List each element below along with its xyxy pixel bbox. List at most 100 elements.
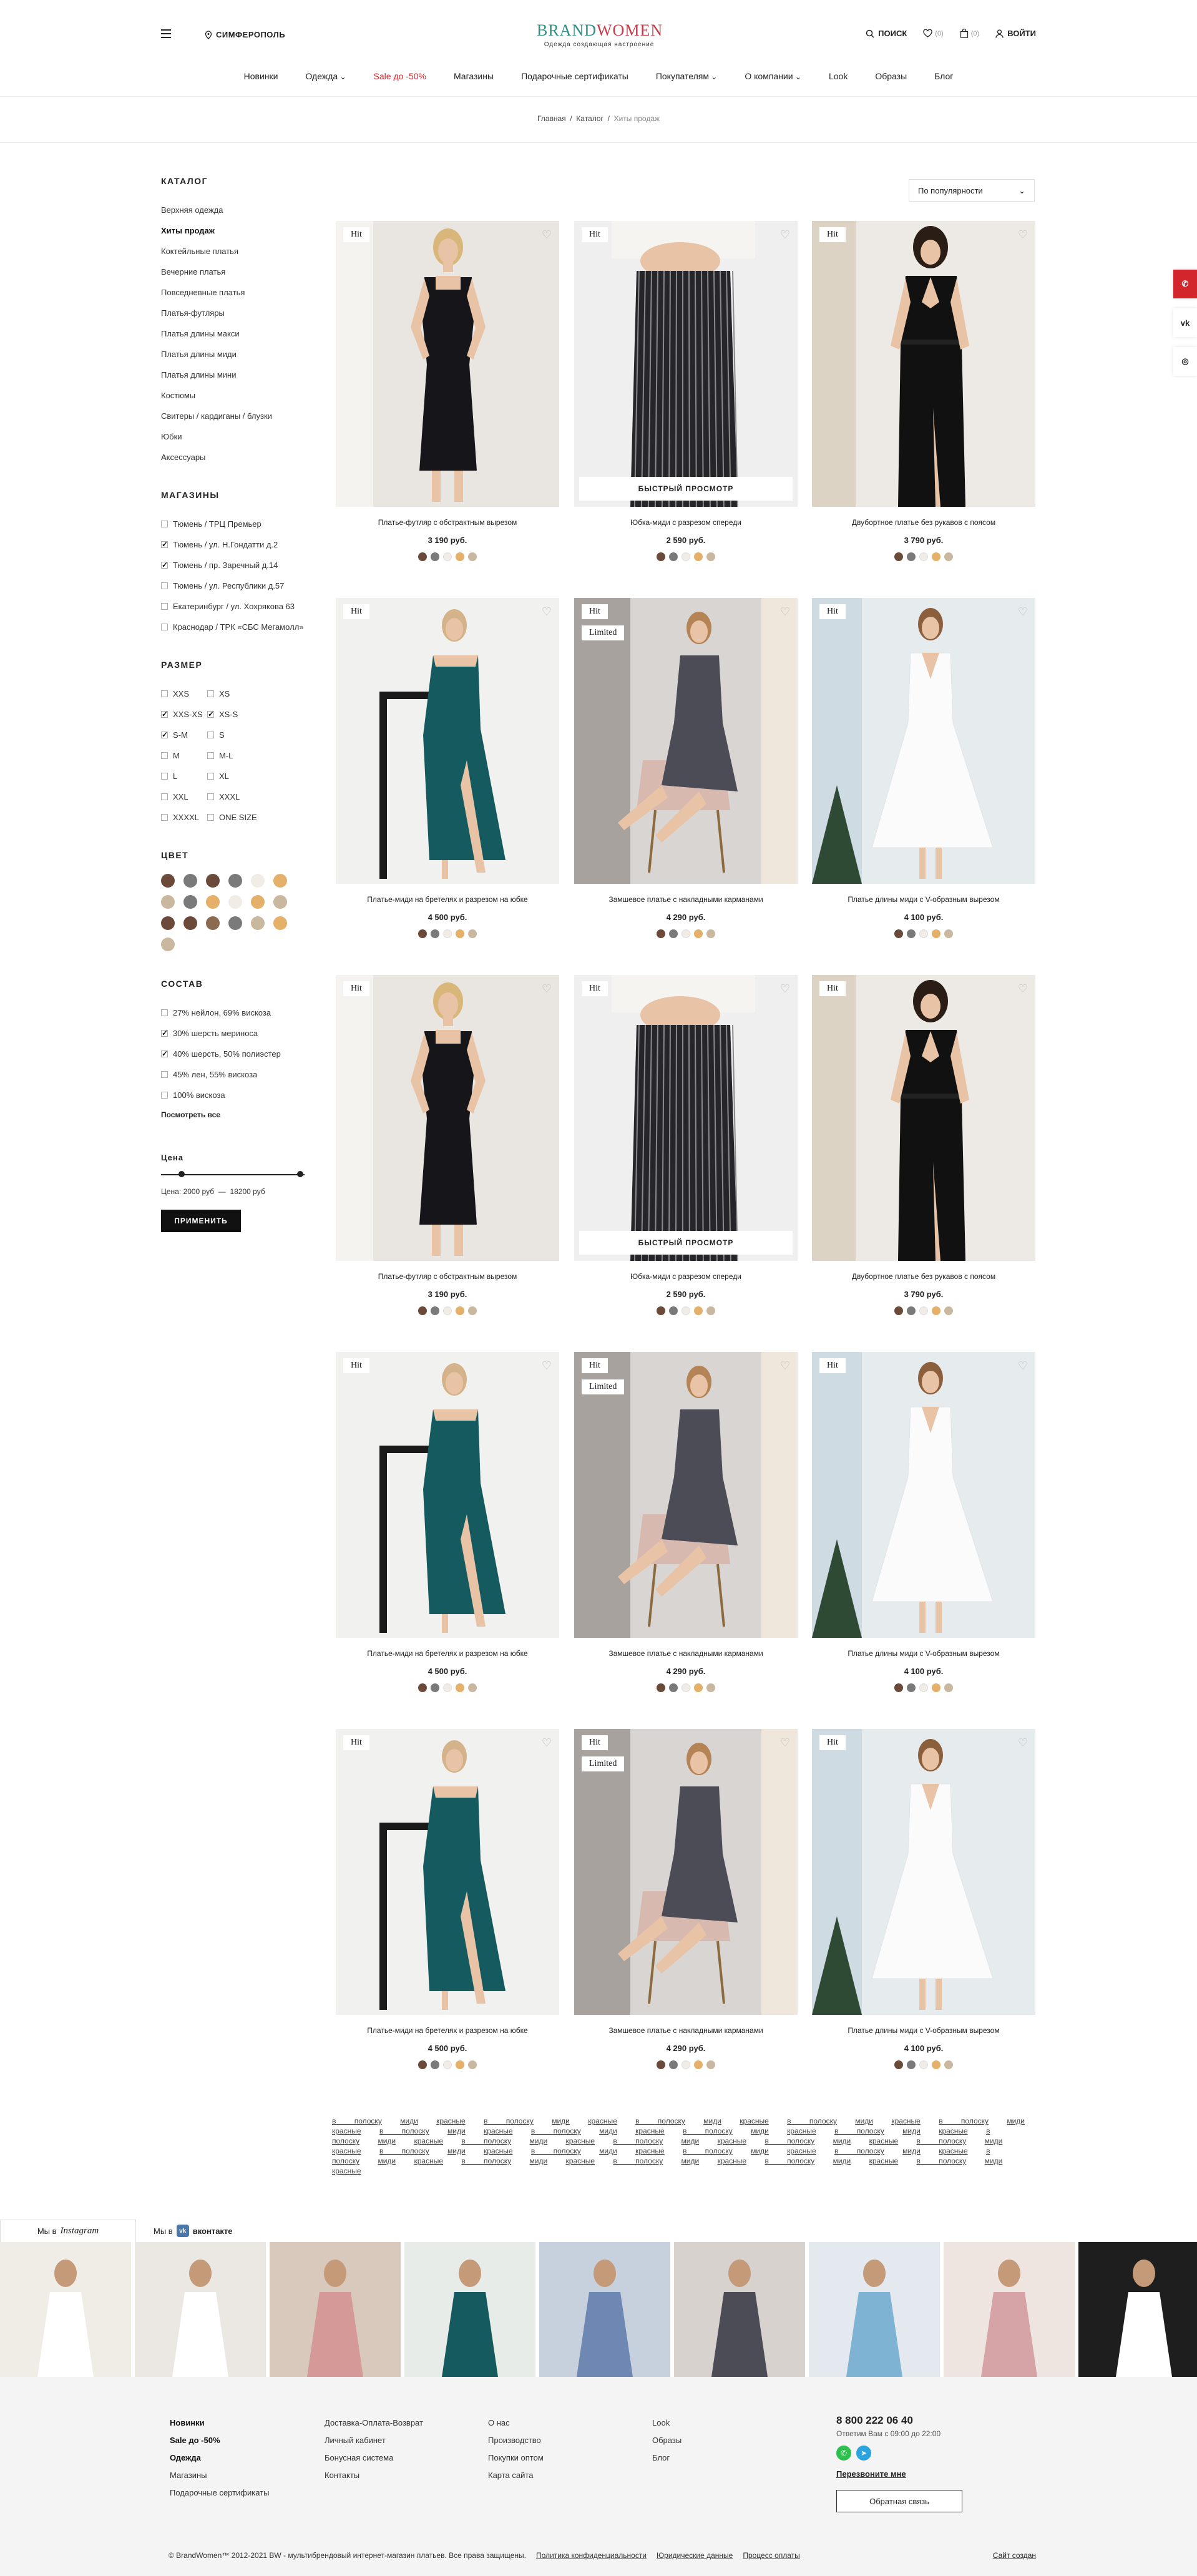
whatsapp-icon[interactable]: ✆ — [836, 2446, 851, 2461]
product-card[interactable]: Hit ♡ Платье-футляр с обстрактным вырезом 3… — [336, 975, 559, 1315]
checkbox[interactable] — [207, 752, 214, 759]
color-dot[interactable] — [657, 1683, 665, 1692]
color-dot[interactable] — [682, 1683, 690, 1692]
color-dot[interactable] — [944, 929, 953, 938]
checkbox[interactable] — [161, 603, 168, 610]
size-filter[interactable]: XXL — [161, 786, 207, 807]
gallery-photo[interactable] — [1078, 2242, 1197, 2377]
color-dot[interactable] — [706, 552, 715, 561]
color-dot[interactable] — [706, 929, 715, 938]
color-dot[interactable] — [682, 929, 690, 938]
checkbox[interactable] — [161, 1023, 168, 1044]
product-name[interactable]: Платье-миди на бретелях и разрезом на юб… — [336, 1649, 559, 1658]
tag-link[interactable]: миди — [703, 2117, 721, 2125]
checkbox[interactable] — [161, 555, 168, 575]
tag-link[interactable]: в полоску — [787, 2117, 837, 2125]
tag-link[interactable]: в полоску — [461, 2157, 511, 2165]
product-image[interactable]: Hit ♡ — [336, 598, 559, 884]
color-dot[interactable] — [682, 1306, 690, 1315]
heart-icon[interactable]: ♡ — [542, 605, 552, 619]
catalog-item[interactable]: Свитеры / кардиганы / блузки — [161, 406, 323, 426]
favorites-button[interactable]: (0) — [923, 29, 944, 37]
nav-about[interactable]: О компании — [745, 71, 801, 81]
checkbox[interactable] — [207, 732, 214, 738]
tab-vkontakte[interactable]: Мы в vk вконтакте — [136, 2225, 233, 2237]
color-dot[interactable] — [932, 552, 940, 561]
tag-link[interactable]: красные — [787, 2147, 816, 2155]
gallery-photo[interactable] — [539, 2242, 670, 2377]
color-dot[interactable] — [431, 1306, 439, 1315]
checkbox[interactable] — [161, 1044, 168, 1064]
product-name[interactable]: Юбка-миди с разрезом спереди — [574, 518, 798, 527]
color-dot[interactable] — [907, 929, 916, 938]
nav-new[interactable]: Новинки — [244, 71, 278, 81]
color-swatch[interactable] — [251, 874, 265, 888]
product-image[interactable]: Hit ♡ — [336, 221, 559, 507]
tag-link[interactable]: миди — [400, 2117, 418, 2125]
color-dot[interactable] — [919, 929, 928, 938]
color-dot[interactable] — [669, 1683, 678, 1692]
color-dot[interactable] — [456, 552, 464, 561]
checkbox[interactable] — [207, 773, 214, 780]
phone-widget[interactable]: ✆ — [1173, 270, 1197, 298]
tag-link[interactable]: в полоску — [683, 2127, 733, 2135]
size-filter[interactable]: S-M — [161, 725, 207, 745]
tag-link[interactable]: миди — [378, 2157, 396, 2165]
menu-icon[interactable] — [161, 29, 171, 38]
gallery-photo[interactable] — [809, 2242, 940, 2377]
product-image[interactable]: Hit ♡ — [336, 1352, 559, 1638]
color-dot[interactable] — [907, 1306, 916, 1315]
color-swatch[interactable] — [273, 895, 287, 909]
heart-icon[interactable]: ♡ — [542, 228, 552, 242]
product-image[interactable]: Hit ♡ БЫСТРЫЙ ПРОСМОТР — [574, 221, 798, 507]
product-image[interactable]: Hit ♡ — [812, 975, 1035, 1261]
tag-link[interactable]: в полоску — [332, 2117, 382, 2125]
color-dot[interactable] — [468, 2060, 477, 2069]
color-dot[interactable] — [932, 1683, 940, 1692]
store-filter[interactable]: Тюмень / ТРЦ Премьер — [161, 514, 323, 534]
color-dot[interactable] — [456, 929, 464, 938]
tag-link[interactable]: в полоску — [635, 2117, 685, 2125]
nav-gift-cards[interactable]: Подарочные сертификаты — [521, 71, 628, 81]
product-name[interactable]: Платье-миди на бретелях и разрезом на юб… — [336, 2026, 559, 2035]
product-image[interactable]: Hit ♡ — [812, 1352, 1035, 1638]
checkbox[interactable] — [161, 752, 168, 759]
tag-link[interactable]: красные — [484, 2147, 513, 2155]
color-swatch[interactable] — [206, 895, 220, 909]
color-dot[interactable] — [669, 929, 678, 938]
store-filter[interactable]: Екатеринбург / ул. Хохрякова 63 — [161, 596, 323, 617]
product-name[interactable]: Платье-миди на бретелях и разрезом на юб… — [336, 895, 559, 904]
telegram-icon[interactable]: ➤ — [856, 2446, 871, 2461]
tag-link[interactable]: красные — [332, 2167, 361, 2175]
color-dot[interactable] — [932, 929, 940, 938]
tag-link[interactable]: красные — [891, 2117, 921, 2125]
tag-link[interactable]: красные — [566, 2157, 595, 2165]
gallery-photo[interactable] — [674, 2242, 805, 2377]
composition-filter[interactable]: 40% шерсть, 50% полиэстер — [161, 1044, 323, 1064]
color-dot[interactable] — [418, 552, 427, 561]
tag-link[interactable]: миди — [447, 2127, 466, 2135]
checkbox[interactable] — [161, 690, 168, 697]
tag-link[interactable]: красные — [635, 2147, 665, 2155]
product-name[interactable]: Юбка-миди с разрезом спереди — [574, 1272, 798, 1281]
tag-link[interactable]: миди — [599, 2147, 617, 2155]
checkbox[interactable] — [207, 704, 214, 725]
gallery-photo[interactable] — [270, 2242, 401, 2377]
color-dot[interactable] — [418, 929, 427, 938]
color-dot[interactable] — [932, 2060, 940, 2069]
tag-link[interactable]: миди — [530, 2137, 548, 2145]
product-image[interactable]: Hit ♡ — [812, 598, 1035, 884]
size-filter[interactable]: XS-S — [207, 704, 270, 725]
product-name[interactable]: Двубортное платье без рукавов с поясом — [812, 518, 1035, 527]
product-name[interactable]: Платье-футляр с обстрактным вырезом — [336, 1272, 559, 1281]
product-card[interactable]: Hit ♡ Платье-миди на бретелях и разрезом н… — [336, 1729, 559, 2069]
catalog-item[interactable]: Коктейльные платья — [161, 241, 323, 262]
color-dot[interactable] — [944, 552, 953, 561]
privacy-link[interactable]: Политика конфиденциальности — [536, 2551, 647, 2560]
heart-icon[interactable]: ♡ — [1018, 605, 1028, 619]
color-dot[interactable] — [443, 552, 452, 561]
tag-link[interactable]: миди — [599, 2127, 617, 2135]
color-dot[interactable] — [443, 1306, 452, 1315]
color-dot[interactable] — [919, 552, 928, 561]
color-dot[interactable] — [682, 552, 690, 561]
